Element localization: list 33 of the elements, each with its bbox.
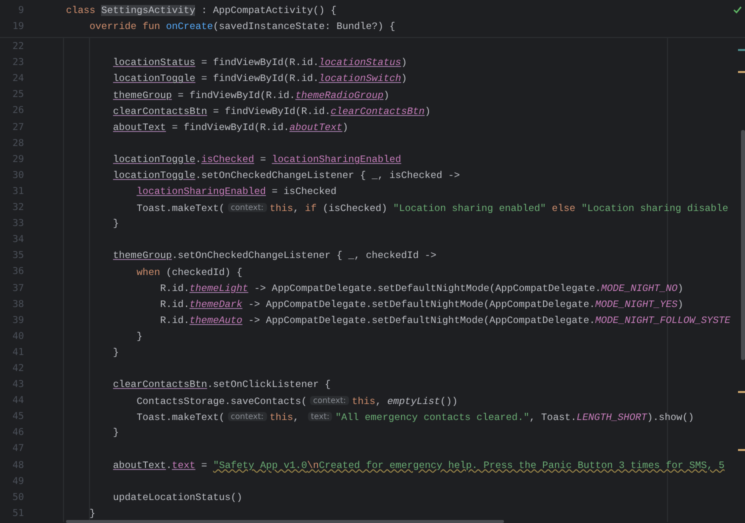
code-line: themeGroup = findViewById(R.id.themeRadioGroup) [112,88,390,103]
code-line: R.id.themeAuto -> AppCompatDelegate.setDefaultNightMode(AppCompatDelegate.MODE_NIGHT_FOLLOW_SYSTE [159,314,730,328]
code-line: clearContactsBtn.setOnClickListener { [112,378,331,392]
code-line: themeGroup.setOnCheckedChangeListener { _, checkedId -> [112,249,436,264]
code-line: aboutText.text = "Safety App v1.0\nCreated for emergency help. Press the Panic Button 3 times for SMS, 5 [112,458,725,473]
code-line: ContactsStorage.saveContacts( context: this, emptyList()) [136,394,458,409]
code-line: updateLocationStatus() [112,490,242,505]
scrollbar-thumb[interactable] [66,520,504,523]
check-icon [733,6,742,14]
error-stripe-mark [738,49,745,51]
scrollbar-thumb[interactable] [741,130,745,360]
code-line: locationStatus = findViewById(R.id.locationStatus) [112,56,408,70]
code-line: } [88,506,96,521]
code-line: override fun onCreate(savedInstanceState: Bundle?) { [88,20,396,34]
code-line: R.id.themeDark -> AppCompatDelegate.setDefaultNightMode(AppCompatDelegate.MODE_NIGHT_YES) [159,298,684,312]
code-line: Toast.makeText( context: this, text: "All emergency contacts cleared.", Toast.LENGTH_SHORT).show() [136,410,694,425]
code-line: locationSharingEnabled = isChecked [136,185,336,200]
code-line: when (checkedId) { [136,266,242,280]
code-line: } [112,346,119,360]
code-line: R.id.themeLight -> AppCompatDelegate.setDefaultNightMode(AppCompatDelegate.MODE_NIGHT_NO) [159,282,684,296]
error-stripe-mark [738,71,745,73]
code-line: locationToggle = findViewById(R.id.locationSwitch) [112,72,408,86]
code-line: aboutText = findViewById(R.id.aboutText) [112,120,348,135]
code-line: locationToggle.setOnCheckedChangeListener { _, isChecked -> [112,168,460,183]
code-line: class SettingsActivity : AppCompatActivity() { [66,4,336,18]
code-line: locationToggle.isChecked = locationSharingEnabled [112,152,402,167]
code-line: } [112,217,119,232]
error-stripe-mark [738,391,745,393]
code-line: } [136,330,142,344]
code-line: clearContactsBtn = findViewById(R.id.clearContactsBtn) [112,104,431,119]
error-stripe-mark [738,449,745,451]
code-line: Toast.makeText( context: this, if (isChecked) "Location sharing enabled" else "Location sharing disable [136,202,728,216]
code-line: } [112,426,119,440]
